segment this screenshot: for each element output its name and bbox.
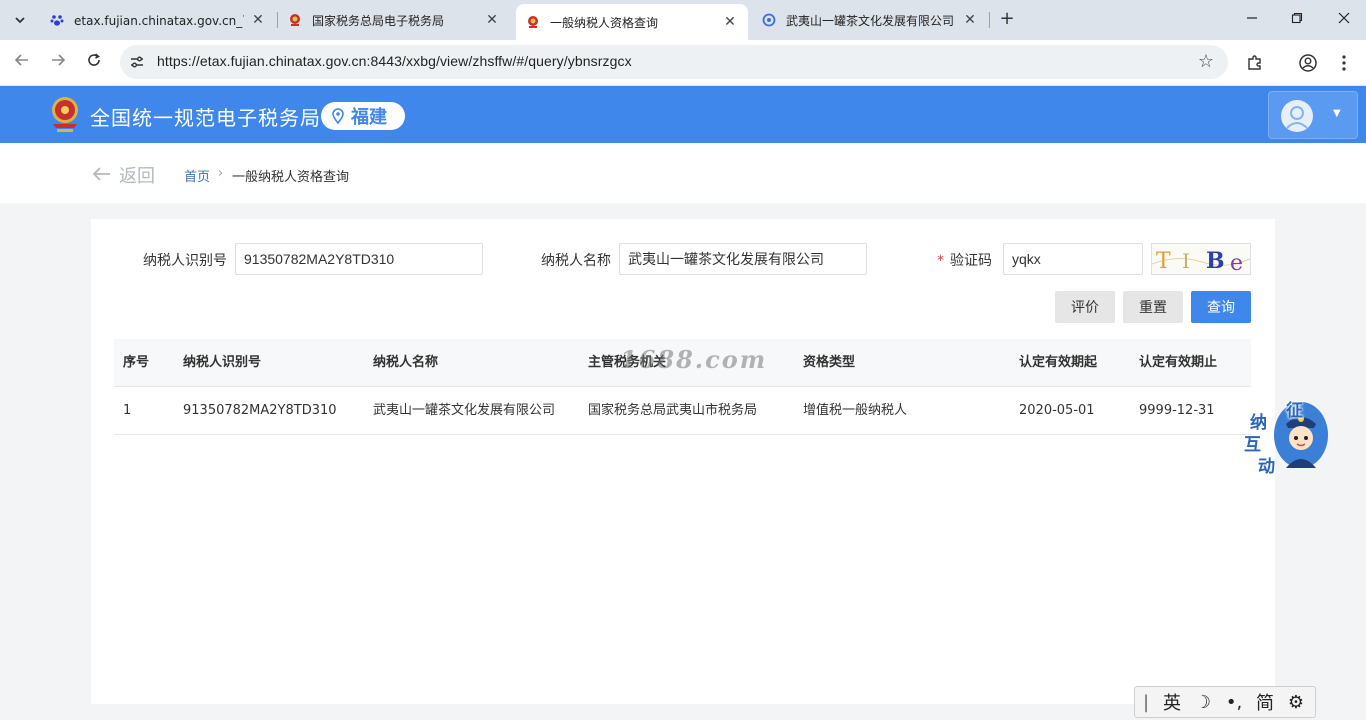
region-name: 福建 (351, 107, 387, 128)
assistant-char: 征 (1286, 401, 1303, 421)
taxpayer-name-input[interactable] (619, 243, 867, 275)
window-close-icon[interactable] (1332, 8, 1356, 32)
breadcrumb-current: 一般纳税人资格查询 (232, 170, 350, 185)
forward-arrow-icon[interactable] (46, 51, 70, 75)
table-cell: 2020-05-01 (1019, 403, 1095, 418)
ime-halfwidth-moon-icon[interactable]: ☽ (1187, 692, 1219, 713)
user-menu[interactable]: ▼ (1268, 91, 1358, 139)
browser-tab-4[interactable]: 武夷山一罐茶文化发展有限公司 ✕ (752, 5, 988, 35)
browser-menu-kebab-icon[interactable] (1332, 51, 1356, 75)
table-cell: 国家税务总局武夷山市税务局 (588, 403, 758, 418)
ime-toolbar: | 英 ☽ •, 简 ⚙ (1134, 686, 1316, 718)
captcha-char: T (1156, 249, 1171, 274)
captcha-char: I (1182, 249, 1190, 273)
query-card: 纳税人识别号 纳税人名称 * 验证码 T I B e 评价 重置 查询 序号 纳税… (91, 219, 1275, 704)
tab-close-icon[interactable]: ✕ (962, 12, 978, 28)
browser-tab-3-active[interactable]: 一般纳税人资格查询 ✕ (516, 4, 748, 40)
table-cell: 9999-12-31 (1139, 403, 1215, 418)
minimize-icon[interactable] (1240, 8, 1264, 32)
assistant-char: 动 (1258, 457, 1275, 477)
profile-icon[interactable] (1296, 51, 1320, 75)
back-button[interactable]: 返回 (92, 162, 155, 188)
back-arrow-icon (92, 165, 111, 186)
column-header: 认定有效期起 (1019, 355, 1098, 370)
query-button[interactable]: 查询 (1191, 291, 1251, 323)
tab-title: etax.fujian.chinatax.gov.cn_百 (74, 13, 244, 28)
ime-punctuation-toggle[interactable]: •, (1219, 692, 1249, 713)
site-title: 全国统一规范电子税务局 (90, 106, 321, 130)
column-header: 序号 (123, 355, 150, 370)
tax-interaction-assistant[interactable]: 征 纳 互 动 (1242, 396, 1330, 477)
tab-title: 国家税务总局电子税务局 (312, 13, 445, 28)
tab-close-icon[interactable]: ✕ (484, 12, 500, 28)
tab-title: 武夷山一罐茶文化发展有限公司 (786, 13, 955, 28)
browser-tab-2[interactable]: 国家税务总局电子税务局 ✕ (278, 5, 510, 35)
tab-close-icon[interactable]: ✕ (250, 12, 266, 28)
table-cell: 增值税一般纳税人 (803, 403, 908, 418)
tab-separator (989, 12, 990, 28)
chevron-down-icon: ▼ (1333, 108, 1341, 119)
user-avatar-icon (1281, 100, 1313, 132)
column-header: 认定有效期止 (1139, 355, 1218, 370)
breadcrumb: 返回 首页 › 一般纳税人资格查询 (0, 143, 1366, 203)
reset-button[interactable]: 重置 (1123, 291, 1183, 323)
location-pin-icon (331, 108, 345, 125)
restore-icon[interactable] (1285, 8, 1309, 32)
browser-address-bar: https://etax.fujian.chinatax.gov.cn:8443… (0, 40, 1366, 86)
taxpayer-name-label: 纳税人名称 (541, 253, 611, 269)
tax-emblem-icon (526, 15, 540, 29)
table-cell: 1 (123, 403, 132, 418)
url-omnibox[interactable]: https://etax.fujian.chinatax.gov.cn:8443… (120, 45, 1228, 79)
captcha-char: B (1206, 248, 1225, 274)
tab-search-chevron-icon[interactable] (8, 8, 32, 32)
ime-language-toggle[interactable]: 英 (1157, 689, 1187, 715)
back-label: 返回 (119, 166, 155, 187)
site-header: 全国统一规范电子税务局 福建 (0, 86, 1366, 143)
extensions-puzzle-icon[interactable] (1243, 51, 1267, 75)
breadcrumb-separator: › (218, 166, 224, 181)
evaluate-button[interactable]: 评价 (1055, 291, 1115, 323)
ime-settings-gear-icon[interactable]: ⚙ (1281, 692, 1311, 713)
table-cell: 武夷山一罐茶文化发展有限公司 (373, 403, 556, 418)
tax-emblem-icon (288, 13, 302, 27)
baidu-paw-icon (50, 13, 64, 27)
captcha-label-text: 验证码 (950, 253, 992, 269)
site-settings-icon[interactable] (128, 53, 146, 71)
column-header: 纳税人识别号 (183, 355, 262, 370)
ime-drag-handle[interactable]: | (1135, 692, 1157, 713)
captcha-image[interactable]: T I B e (1151, 243, 1251, 275)
column-header: 纳税人名称 (373, 355, 439, 370)
watermark-text: 1688.com (620, 345, 768, 374)
breadcrumb-home-link[interactable]: 首页 (184, 166, 210, 185)
captcha-label: * 验证码 (937, 250, 992, 270)
taxpayer-id-input[interactable] (235, 243, 483, 275)
url-text: https://etax.fujian.chinatax.gov.cn:8443… (157, 53, 632, 69)
back-arrow-icon[interactable] (10, 51, 34, 75)
table-cell: 91350782MA2Y8TD310 (183, 403, 337, 418)
national-tax-emblem-icon (48, 94, 82, 134)
region-selector[interactable]: 福建 (321, 102, 405, 130)
column-header: 资格类型 (803, 355, 856, 370)
table-row: 1 91350782MA2Y8TD310 武夷山一罐茶文化发展有限公司 国家税务… (114, 387, 1251, 435)
browser-tab-1[interactable]: etax.fujian.chinatax.gov.cn_百 ✕ (40, 5, 276, 35)
new-tab-button[interactable]: + (996, 8, 1018, 30)
web-globe-icon (762, 13, 776, 27)
reload-icon[interactable] (82, 51, 106, 75)
captcha-char: e (1230, 251, 1243, 275)
required-mark: * (937, 253, 944, 269)
ime-simplified-toggle[interactable]: 简 (1249, 689, 1281, 715)
taxpayer-id-label: 纳税人识别号 (143, 253, 227, 269)
browser-tab-bar: etax.fujian.chinatax.gov.cn_百 ✕ 国家税务总局电子… (0, 0, 1366, 40)
tab-title: 一般纳税人资格查询 (550, 15, 659, 30)
captcha-input[interactable] (1003, 243, 1143, 275)
bookmark-star-icon[interactable]: ☆ (1198, 51, 1214, 72)
tab-close-icon[interactable]: ✕ (722, 14, 738, 30)
